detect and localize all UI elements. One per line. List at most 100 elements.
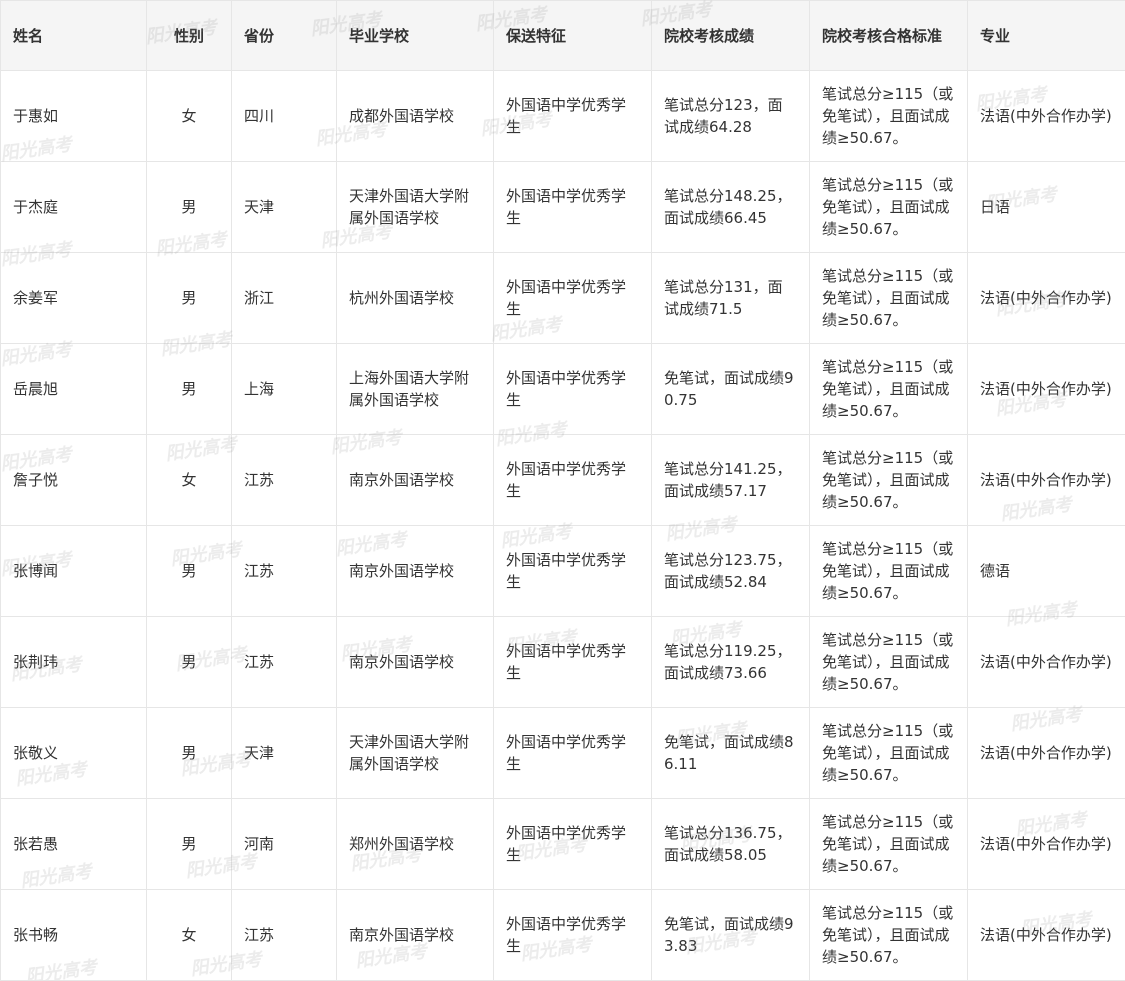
cell-pass-standard: 笔试总分≥115（或免笔试），且面试成绩≥50.67。 xyxy=(810,708,968,799)
cell-province: 江苏 xyxy=(232,435,337,526)
cell-province: 上海 xyxy=(232,344,337,435)
cell-province: 四川 xyxy=(232,71,337,162)
table-row: 岳晨旭 男 上海 上海外国语大学附属外国语学校 外国语中学优秀学生 免笔试，面试… xyxy=(1,344,1125,435)
header-recommendation-type: 保送特征 xyxy=(494,1,652,71)
cell-gender: 男 xyxy=(147,617,232,708)
cell-gender: 男 xyxy=(147,253,232,344)
cell-gender: 男 xyxy=(147,708,232,799)
cell-major: 法语(中外合作办学) xyxy=(968,71,1125,162)
cell-major: 法语(中外合作办学) xyxy=(968,890,1125,981)
cell-pass-standard: 笔试总分≥115（或免笔试），且面试成绩≥50.67。 xyxy=(810,344,968,435)
cell-pass-standard: 笔试总分≥115（或免笔试），且面试成绩≥50.67。 xyxy=(810,617,968,708)
cell-recommendation-type: 外国语中学优秀学生 xyxy=(494,617,652,708)
cell-recommendation-type: 外国语中学优秀学生 xyxy=(494,526,652,617)
cell-name: 詹子悦 xyxy=(1,435,147,526)
header-name: 姓名 xyxy=(1,1,147,71)
cell-province: 天津 xyxy=(232,162,337,253)
cell-assessment-score: 笔试总分131，面试成绩71.5 xyxy=(652,253,810,344)
cell-name: 张敬义 xyxy=(1,708,147,799)
cell-name: 岳晨旭 xyxy=(1,344,147,435)
cell-province: 浙江 xyxy=(232,253,337,344)
cell-recommendation-type: 外国语中学优秀学生 xyxy=(494,344,652,435)
cell-recommendation-type: 外国语中学优秀学生 xyxy=(494,162,652,253)
cell-assessment-score: 笔试总分136.75，面试成绩58.05 xyxy=(652,799,810,890)
cell-assessment-score: 笔试总分123，面试成绩64.28 xyxy=(652,71,810,162)
cell-recommendation-type: 外国语中学优秀学生 xyxy=(494,71,652,162)
cell-pass-standard: 笔试总分≥115（或免笔试），且面试成绩≥50.67。 xyxy=(810,162,968,253)
cell-school: 天津外国语大学附属外国语学校 xyxy=(337,708,494,799)
table-row: 张博闻 男 江苏 南京外国语学校 外国语中学优秀学生 笔试总分123.75，面试… xyxy=(1,526,1125,617)
table-row: 于杰庭 男 天津 天津外国语大学附属外国语学校 外国语中学优秀学生 笔试总分14… xyxy=(1,162,1125,253)
table-header-row: 姓名 性别 省份 毕业学校 保送特征 院校考核成绩 院校考核合格标准 专业 xyxy=(1,1,1125,71)
cell-school: 郑州外国语学校 xyxy=(337,799,494,890)
cell-pass-standard: 笔试总分≥115（或免笔试），且面试成绩≥50.67。 xyxy=(810,890,968,981)
cell-name: 于惠如 xyxy=(1,71,147,162)
cell-school: 天津外国语大学附属外国语学校 xyxy=(337,162,494,253)
cell-major: 德语 xyxy=(968,526,1125,617)
cell-major: 法语(中外合作办学) xyxy=(968,253,1125,344)
cell-province: 江苏 xyxy=(232,617,337,708)
cell-assessment-score: 笔试总分141.25，面试成绩57.17 xyxy=(652,435,810,526)
cell-gender: 男 xyxy=(147,799,232,890)
cell-recommendation-type: 外国语中学优秀学生 xyxy=(494,253,652,344)
cell-major: 法语(中外合作办学) xyxy=(968,799,1125,890)
cell-major: 日语 xyxy=(968,162,1125,253)
cell-major: 法语(中外合作办学) xyxy=(968,617,1125,708)
cell-name: 张书畅 xyxy=(1,890,147,981)
cell-school: 南京外国语学校 xyxy=(337,890,494,981)
cell-gender: 女 xyxy=(147,71,232,162)
cell-pass-standard: 笔试总分≥115（或免笔试），且面试成绩≥50.67。 xyxy=(810,435,968,526)
header-province: 省份 xyxy=(232,1,337,71)
cell-pass-standard: 笔试总分≥115（或免笔试），且面试成绩≥50.67。 xyxy=(810,71,968,162)
cell-major: 法语(中外合作办学) xyxy=(968,344,1125,435)
table-row: 余姜军 男 浙江 杭州外国语学校 外国语中学优秀学生 笔试总分131，面试成绩7… xyxy=(1,253,1125,344)
header-gender: 性别 xyxy=(147,1,232,71)
cell-province: 天津 xyxy=(232,708,337,799)
cell-recommendation-type: 外国语中学优秀学生 xyxy=(494,890,652,981)
cell-major: 法语(中外合作办学) xyxy=(968,435,1125,526)
cell-name: 张博闻 xyxy=(1,526,147,617)
header-major: 专业 xyxy=(968,1,1125,71)
table-row: 詹子悦 女 江苏 南京外国语学校 外国语中学优秀学生 笔试总分141.25，面试… xyxy=(1,435,1125,526)
cell-name: 张若愚 xyxy=(1,799,147,890)
cell-recommendation-type: 外国语中学优秀学生 xyxy=(494,435,652,526)
header-assessment-score: 院校考核成绩 xyxy=(652,1,810,71)
cell-gender: 男 xyxy=(147,162,232,253)
cell-school: 南京外国语学校 xyxy=(337,617,494,708)
cell-province: 河南 xyxy=(232,799,337,890)
cell-assessment-score: 免笔试，面试成绩93.83 xyxy=(652,890,810,981)
cell-gender: 女 xyxy=(147,435,232,526)
cell-recommendation-type: 外国语中学优秀学生 xyxy=(494,708,652,799)
table-row: 张敬义 男 天津 天津外国语大学附属外国语学校 外国语中学优秀学生 免笔试，面试… xyxy=(1,708,1125,799)
admission-table: 姓名 性别 省份 毕业学校 保送特征 院校考核成绩 院校考核合格标准 专业 于惠… xyxy=(0,0,1125,981)
cell-school: 南京外国语学校 xyxy=(337,435,494,526)
cell-pass-standard: 笔试总分≥115（或免笔试），且面试成绩≥50.67。 xyxy=(810,799,968,890)
cell-gender: 男 xyxy=(147,526,232,617)
cell-assessment-score: 免笔试，面试成绩86.11 xyxy=(652,708,810,799)
cell-province: 江苏 xyxy=(232,526,337,617)
cell-school: 上海外国语大学附属外国语学校 xyxy=(337,344,494,435)
header-pass-standard: 院校考核合格标准 xyxy=(810,1,968,71)
cell-recommendation-type: 外国语中学优秀学生 xyxy=(494,799,652,890)
cell-name: 于杰庭 xyxy=(1,162,147,253)
table-row: 张若愚 男 河南 郑州外国语学校 外国语中学优秀学生 笔试总分136.75，面试… xyxy=(1,799,1125,890)
cell-assessment-score: 笔试总分148.25，面试成绩66.45 xyxy=(652,162,810,253)
cell-pass-standard: 笔试总分≥115（或免笔试），且面试成绩≥50.67。 xyxy=(810,253,968,344)
cell-province: 江苏 xyxy=(232,890,337,981)
cell-name: 张荆玮 xyxy=(1,617,147,708)
table-row: 于惠如 女 四川 成都外国语学校 外国语中学优秀学生 笔试总分123，面试成绩6… xyxy=(1,71,1125,162)
header-school: 毕业学校 xyxy=(337,1,494,71)
cell-assessment-score: 免笔试，面试成绩90.75 xyxy=(652,344,810,435)
cell-school: 成都外国语学校 xyxy=(337,71,494,162)
cell-major: 法语(中外合作办学) xyxy=(968,708,1125,799)
table-row: 张书畅 女 江苏 南京外国语学校 外国语中学优秀学生 免笔试，面试成绩93.83… xyxy=(1,890,1125,981)
cell-name: 余姜军 xyxy=(1,253,147,344)
cell-school: 杭州外国语学校 xyxy=(337,253,494,344)
cell-gender: 男 xyxy=(147,344,232,435)
cell-pass-standard: 笔试总分≥115（或免笔试），且面试成绩≥50.67。 xyxy=(810,526,968,617)
table-row: 张荆玮 男 江苏 南京外国语学校 外国语中学优秀学生 笔试总分119.25，面试… xyxy=(1,617,1125,708)
cell-gender: 女 xyxy=(147,890,232,981)
cell-school: 南京外国语学校 xyxy=(337,526,494,617)
cell-assessment-score: 笔试总分119.25，面试成绩73.66 xyxy=(652,617,810,708)
cell-assessment-score: 笔试总分123.75，面试成绩52.84 xyxy=(652,526,810,617)
